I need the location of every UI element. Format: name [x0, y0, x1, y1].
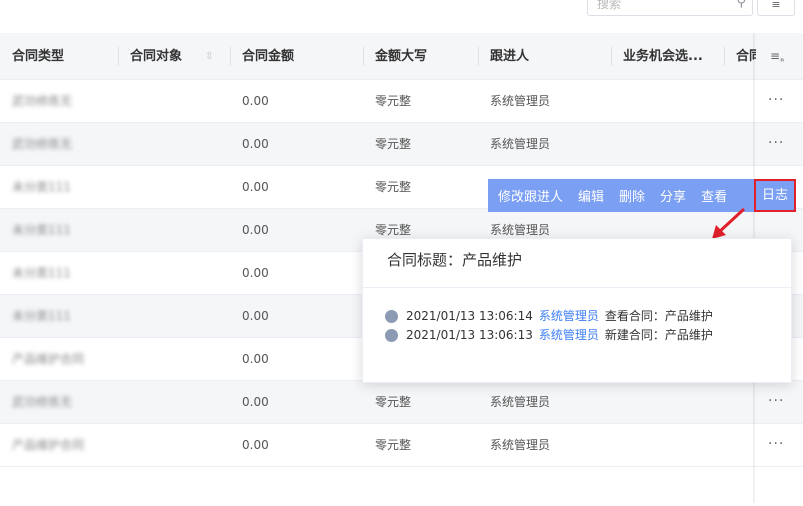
log-popover: 合同标题：产品维护 2021/01/13 13:06:14 系统管理员 查看合同：产… — [362, 238, 792, 383]
log-time: 2021/01/13 13:06:14 — [406, 309, 533, 323]
cell-amount-caps: 零元整 — [375, 395, 412, 409]
column-settings-icon[interactable]: ≡₏ — [770, 33, 784, 80]
cell-amount: 0.00 — [242, 438, 269, 452]
table-row[interactable]: 武功修炼无 0.00 零元整 系统管理员 ··· — [0, 381, 803, 424]
cell-follower: 系统管理员 — [490, 137, 551, 151]
log-time: 2021/01/13 13:06:13 — [406, 328, 533, 342]
popover-title: 合同标题：产品维护 — [363, 239, 791, 288]
table-header: 合同类型 合同对象 ⇳ 合同金额 金额大写 跟进人 业务机会选... 合同 ≡₏ — [0, 33, 803, 80]
cell-follower: 系统管理员 — [490, 438, 551, 452]
sort-icon[interactable]: ⇳ — [205, 33, 213, 80]
cell-amount: 0.00 — [242, 395, 269, 409]
log-user-link[interactable]: 系统管理员 — [539, 309, 599, 323]
cell-amount-caps: 零元整 — [375, 438, 412, 452]
cell-amount: 0.00 — [242, 309, 269, 323]
cell-contract-type: 产品维护合同 — [12, 438, 85, 452]
cell-follower: 系统管理员 — [490, 395, 551, 409]
cell-contract-type: 武功修炼无 — [12, 395, 73, 409]
filter-icon: ≡ — [771, 0, 781, 11]
change-follower-button[interactable]: 修改跟进人 — [498, 186, 563, 205]
view-button[interactable]: 查看 — [701, 186, 727, 205]
filter-button[interactable]: ≡ — [757, 0, 795, 16]
log-item: 2021/01/13 13:06:13 系统管理员 新建合同：产品维护 — [385, 326, 791, 345]
more-icon[interactable]: ··· — [768, 80, 784, 123]
log-action: 新建合同：产品维护 — [604, 328, 713, 342]
row-action-bar: 修改跟进人 编辑 删除 分享 查看 日志 — [488, 179, 796, 212]
cell-amount-caps: 零元整 — [375, 180, 412, 194]
cell-contract-type: 未分类111 — [12, 266, 71, 280]
share-button[interactable]: 分享 — [660, 186, 686, 205]
log-item: 2021/01/13 13:06:14 系统管理员 查看合同：产品维护 — [385, 307, 791, 326]
search-icon[interactable]: ⚲ — [736, 0, 746, 10]
cell-contract-type: 未分类111 — [12, 309, 71, 323]
cell-amount: 0.00 — [242, 223, 269, 237]
log-action: 查看合同：产品维护 — [604, 309, 713, 323]
table-row[interactable]: 武功修炼无 0.00 零元整 系统管理员 ··· — [0, 80, 803, 123]
cell-contract-type: 产品维护合同 — [12, 352, 85, 366]
column-header-contract-amount[interactable]: 合同金额 — [230, 33, 363, 80]
cell-amount-caps: 零元整 — [375, 137, 412, 151]
edit-button[interactable]: 编辑 — [578, 186, 604, 205]
cell-amount: 0.00 — [242, 180, 269, 194]
log-user-link[interactable]: 系统管理员 — [539, 328, 599, 342]
column-header-contract[interactable]: 合同 — [724, 33, 756, 80]
table-row[interactable]: 产品维护合同 0.00 零元整 系统管理员 ··· — [0, 424, 803, 467]
more-icon[interactable]: ··· — [768, 424, 784, 467]
log-list: 2021/01/13 13:06:14 系统管理员 查看合同：产品维护 2021/0… — [363, 288, 791, 345]
cell-contract-type: 未分类111 — [12, 180, 71, 194]
cell-follower: 系统管理员 — [490, 94, 551, 108]
column-header-business-opportunity[interactable]: 业务机会选... — [611, 33, 724, 80]
more-icon[interactable]: ··· — [768, 123, 784, 166]
column-header-amount-caps[interactable]: 金额大写 — [363, 33, 478, 80]
more-icon[interactable]: ··· — [768, 381, 784, 424]
top-toolbar: 搜索 ⚲ ≡ — [0, 0, 803, 26]
timeline-dot-icon — [385, 310, 398, 323]
search-input[interactable]: 搜索 ⚲ — [587, 0, 753, 16]
cell-amount: 0.00 — [242, 266, 269, 280]
column-header-follower[interactable]: 跟进人 — [478, 33, 611, 80]
timeline-dot-icon — [385, 329, 398, 342]
cell-contract-type: 武功修炼无 — [12, 137, 73, 151]
cell-amount: 0.00 — [242, 137, 269, 151]
cell-amount: 0.00 — [242, 352, 269, 366]
column-header-contract-type[interactable]: 合同类型 — [0, 33, 118, 80]
search-placeholder: 搜索 — [597, 0, 622, 11]
delete-button[interactable]: 删除 — [619, 186, 645, 205]
log-button[interactable]: 日志 — [754, 179, 796, 212]
cell-contract-type: 未分类111 — [12, 223, 71, 237]
table-row[interactable]: 武功修炼无 0.00 零元整 系统管理员 ··· — [0, 123, 803, 166]
cell-amount: 0.00 — [242, 94, 269, 108]
cell-amount-caps: 零元整 — [375, 94, 412, 108]
cell-contract-type: 武功修炼无 — [12, 94, 73, 108]
